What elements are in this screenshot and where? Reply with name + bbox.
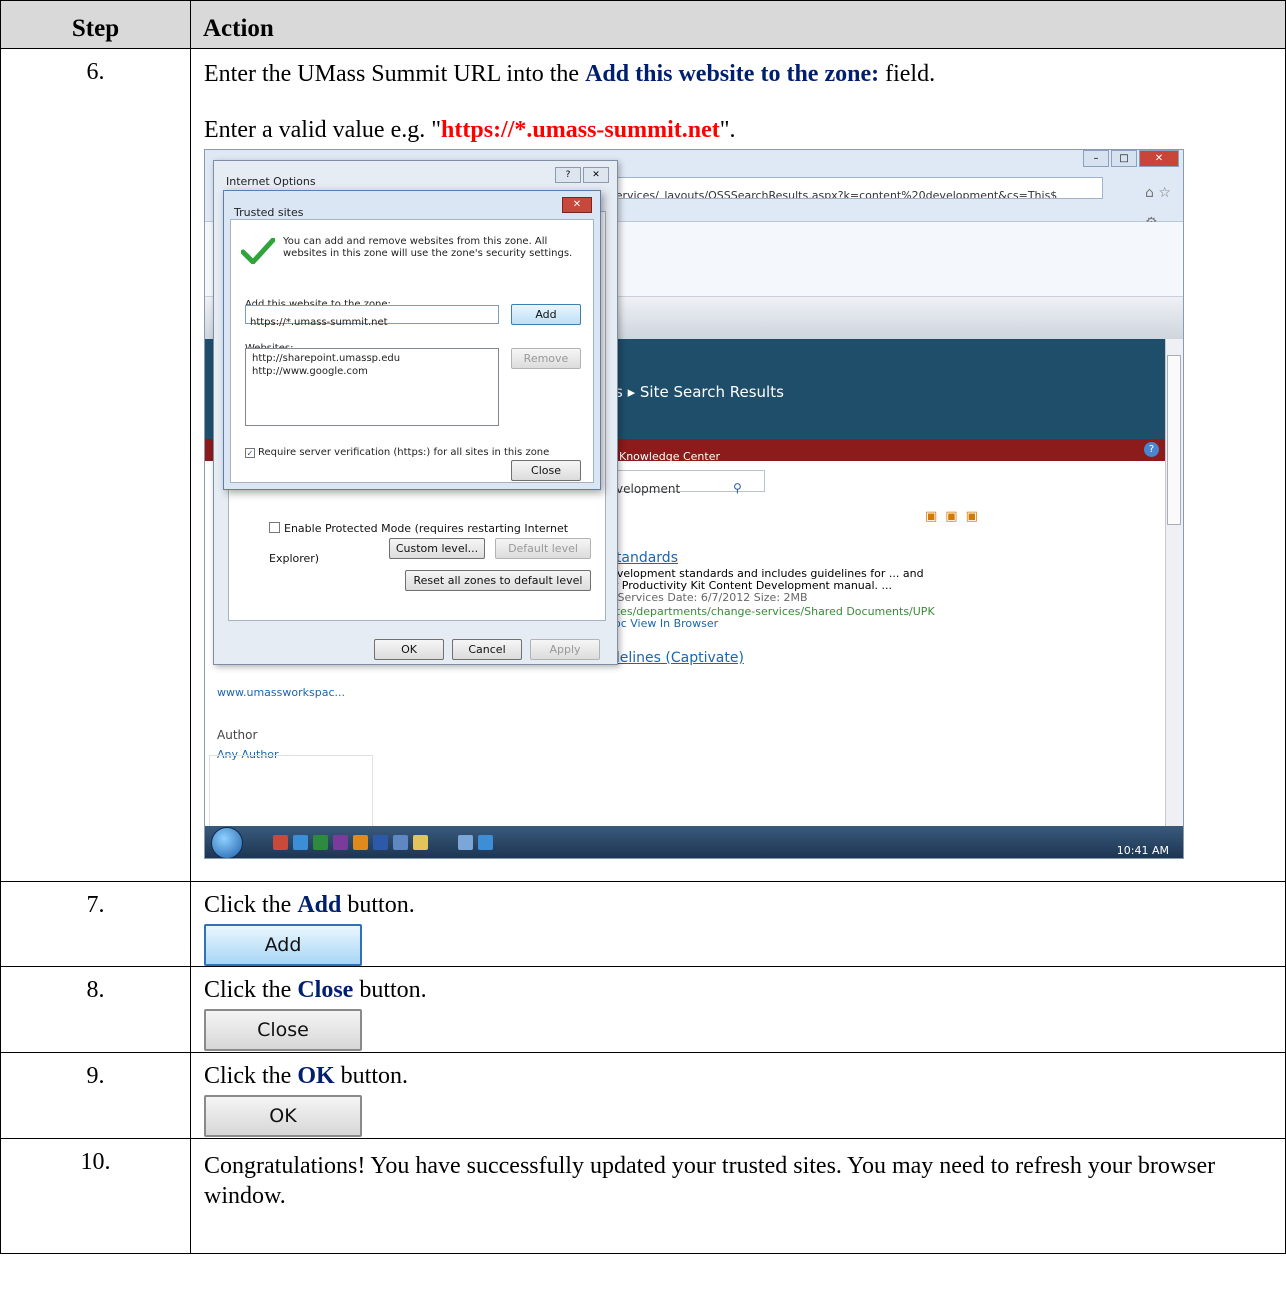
scrollbar-thumb[interactable] bbox=[1167, 355, 1181, 525]
reset-all-zones-button[interactable]: Reset all zones to default level bbox=[405, 570, 591, 591]
custom-level-button[interactable]: Custom level... bbox=[389, 538, 485, 559]
ie-icon[interactable] bbox=[293, 835, 308, 850]
table-row: 10. Congratulations! You have successful… bbox=[0, 1138, 1286, 1254]
dialog-controls: ? ✕ bbox=[555, 167, 609, 183]
default-level-button[interactable]: Default level bbox=[495, 538, 591, 559]
browser-screenshot: services/_layouts/OSSSearchResults.aspx?… bbox=[204, 149, 1184, 859]
table-row: 9. Click the OK button. OK bbox=[0, 1052, 1286, 1139]
close-button[interactable]: Close bbox=[204, 1009, 362, 1051]
taskbar-icons bbox=[273, 835, 493, 850]
example-url: https://*.umass-summit.net bbox=[441, 117, 720, 143]
site-refiner[interactable]: www.umassworkspac... bbox=[217, 678, 345, 708]
add-button[interactable]: Add bbox=[511, 304, 581, 325]
start-icon[interactable] bbox=[211, 827, 243, 858]
apply-button[interactable]: Apply bbox=[530, 639, 600, 660]
button-name: Add bbox=[297, 892, 342, 918]
table-row: 8. Click the Close button. Close bbox=[0, 966, 1286, 1053]
instruction-line: Click the OK button. bbox=[204, 1063, 409, 1089]
close-button[interactable]: Close bbox=[511, 460, 581, 481]
instruction-table: Step Action 6. Enter the UMass Summit UR… bbox=[0, 0, 1286, 1254]
ok-button[interactable]: OK bbox=[204, 1095, 362, 1137]
table-row: 6. Enter the UMass Summit URL into the A… bbox=[0, 48, 1286, 882]
result-meta: n Services Date: 6/7/2012 Size: 2MB bbox=[607, 591, 808, 604]
search-icon[interactable]: ⚲ bbox=[733, 473, 742, 503]
step-number: 7. bbox=[0, 881, 191, 967]
cancel-button[interactable]: Cancel bbox=[452, 639, 522, 660]
instruction-line: Enter a valid value e.g. "https://*.umas… bbox=[204, 117, 736, 143]
rss-alert-icons[interactable]: ▣▣▣ bbox=[925, 502, 986, 532]
folder-icon[interactable] bbox=[413, 835, 428, 850]
close-icon[interactable]: ✕ bbox=[562, 197, 592, 213]
button-name: Close bbox=[297, 977, 354, 1003]
help-icon[interactable]: ? bbox=[1144, 442, 1159, 457]
checkmark-icon bbox=[241, 238, 275, 264]
table-row: 7. Click the Add button. Add bbox=[0, 881, 1286, 967]
app-icon[interactable] bbox=[458, 835, 473, 850]
ok-button[interactable]: OK bbox=[374, 639, 444, 660]
step-number: 8. bbox=[0, 966, 191, 1053]
address-bar[interactable]: services/_layouts/OSSSearchResults.aspx?… bbox=[603, 177, 1103, 199]
instruction-line: Click the Add button. bbox=[204, 892, 415, 918]
add-button[interactable]: Add bbox=[204, 924, 362, 966]
onenote-icon[interactable] bbox=[333, 835, 348, 850]
maximize-icon[interactable]: □ bbox=[1111, 150, 1137, 167]
zone-info-text: You can add and remove websites from thi… bbox=[283, 236, 573, 259]
outlook-icon[interactable] bbox=[353, 835, 368, 850]
window-controls: – □ ✕ bbox=[1083, 150, 1179, 167]
field-name: Add this website to the zone: bbox=[585, 61, 880, 87]
breadcrumb: s ▸ Site Search Results bbox=[615, 383, 784, 401]
minimize-icon[interactable]: – bbox=[1083, 150, 1109, 167]
help-icon[interactable]: ? bbox=[555, 167, 581, 183]
step-action: Click the OK button. OK bbox=[190, 1052, 1286, 1139]
websites-list[interactable]: http://sharepoint.umassp.edu http://www.… bbox=[245, 348, 499, 426]
remove-button[interactable]: Remove bbox=[511, 348, 581, 369]
list-item[interactable]: http://www.google.com bbox=[252, 365, 492, 378]
excel-icon[interactable] bbox=[313, 835, 328, 850]
system-clock[interactable]: 10:41 AM bbox=[1117, 836, 1169, 858]
instruction-line: Click the Close button. bbox=[204, 977, 427, 1003]
step-header: Step bbox=[0, 0, 191, 49]
step-action: Click the Close button. Close bbox=[190, 966, 1286, 1053]
windows-taskbar: 10:41 AM bbox=[205, 826, 1183, 858]
step-action: Congratulations! You have successfully u… bbox=[190, 1138, 1286, 1254]
trusted-sites-dialog: Trusted sites ✕ You can add and remove w… bbox=[223, 190, 601, 490]
button-name: OK bbox=[297, 1063, 335, 1089]
trusted-sites-panel: You can add and remove websites from thi… bbox=[230, 219, 594, 483]
step-number: 10. bbox=[0, 1138, 191, 1254]
app-icon[interactable] bbox=[393, 835, 408, 850]
list-item[interactable]: http://sharepoint.umassp.edu bbox=[252, 352, 492, 365]
app-icon[interactable] bbox=[273, 835, 288, 850]
knowledge-center-link[interactable]: Knowledge Center bbox=[619, 442, 720, 472]
close-icon[interactable]: ✕ bbox=[1139, 150, 1179, 167]
step-number: 9. bbox=[0, 1052, 191, 1139]
close-icon[interactable]: ✕ bbox=[583, 167, 609, 183]
step-action: Click the Add button. Add bbox=[190, 881, 1286, 967]
add-website-input[interactable]: https://*.umass-summit.net bbox=[245, 305, 499, 328]
step-number: 6. bbox=[0, 48, 191, 882]
action-header: Action bbox=[190, 0, 1286, 49]
require-https-checkbox[interactable]: ✓ Require server verification (https:) fo… bbox=[245, 438, 549, 468]
instruction-line: Enter the UMass Summit URL into the Add … bbox=[204, 61, 936, 87]
result-view-link[interactable]: doc View In Browser bbox=[607, 618, 718, 630]
word-icon[interactable] bbox=[373, 835, 388, 850]
ie-icon[interactable] bbox=[478, 835, 493, 850]
result-title[interactable]: idelines (Captivate) bbox=[607, 651, 744, 665]
step-action: Enter the UMass Summit URL into the Add … bbox=[190, 48, 1286, 882]
